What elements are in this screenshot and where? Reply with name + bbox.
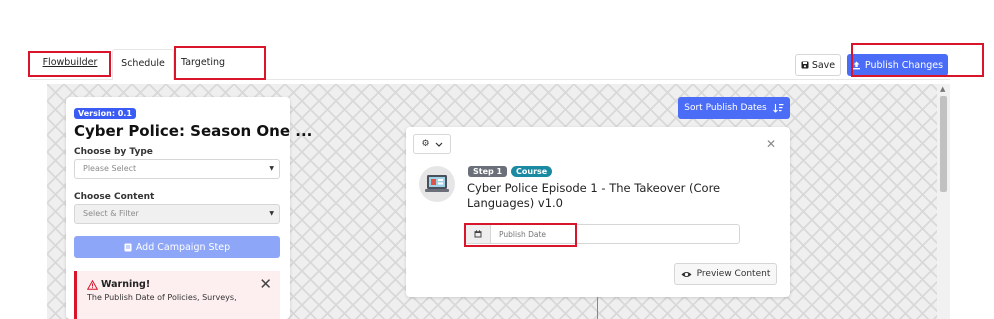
canvas-scrollbar[interactable]: ▲	[937, 84, 950, 319]
warning-alert: Warning! The Publish Date of Policies, S…	[74, 271, 280, 319]
add-campaign-step-button[interactable]: Add Campaign Step	[74, 236, 280, 258]
publish-changes-button[interactable]: Publish Changes	[847, 54, 948, 76]
type-select-value: Please Select	[83, 164, 137, 173]
campaign-step-card: ⚙ ✕ Step 1 Course Cyber Police Episode 1…	[406, 127, 790, 297]
content-select-value: Select & Filter	[83, 209, 139, 218]
gear-icon: ⚙	[421, 139, 430, 149]
publish-date-input[interactable]	[491, 225, 701, 243]
warning-icon	[87, 279, 98, 290]
add-step-label: Add Campaign Step	[135, 241, 231, 253]
save-button[interactable]: Save	[795, 54, 841, 76]
content-select[interactable]: Select & Filter ▼	[74, 204, 280, 224]
close-icon[interactable]: ✕	[766, 137, 776, 151]
step-settings-dropdown[interactable]: ⚙	[413, 134, 451, 154]
publish-date-field[interactable]	[465, 224, 740, 244]
close-icon[interactable]: ✕	[259, 275, 272, 293]
sort-label: Sort Publish Dates	[684, 103, 767, 113]
warning-text: The Publish Date of Policies, Surveys,	[87, 293, 237, 302]
publish-label: Publish Changes	[864, 59, 944, 71]
upload-icon	[852, 61, 860, 69]
choose-type-label: Choose by Type	[74, 147, 153, 157]
tab-schedule[interactable]: Schedule	[112, 49, 174, 80]
campaign-panel: Version: 0.1 Cyber Police: Season One ..…	[66, 97, 312, 319]
choose-content-label: Choose Content	[74, 192, 155, 202]
warning-title: Warning!	[87, 279, 150, 290]
save-icon	[801, 61, 809, 69]
eye-icon	[681, 271, 692, 277]
caret-down-icon: ▼	[269, 210, 274, 217]
chevron-down-icon	[435, 142, 442, 147]
calendar-icon[interactable]	[466, 225, 491, 243]
sort-icon	[772, 104, 784, 113]
save-label: Save	[811, 59, 836, 71]
tab-flowbuilder[interactable]: Flowbuilder	[30, 49, 110, 79]
course-icon	[419, 166, 455, 202]
sort-publish-dates-button[interactable]: Sort Publish Dates	[678, 97, 790, 119]
scroll-thumb[interactable]	[940, 96, 947, 192]
tab-targeting[interactable]: Targeting	[176, 49, 271, 79]
step-content-title: Cyber Police Episode 1 - The Takeover (C…	[467, 181, 721, 210]
version-badge: Version: 0.1	[74, 108, 136, 119]
preview-content-button[interactable]: Preview Content	[674, 263, 777, 285]
caret-down-icon: ▼	[269, 165, 274, 172]
warning-title-text: Warning!	[101, 279, 151, 290]
scroll-up-icon[interactable]: ▲	[940, 85, 945, 93]
preview-label: Preview Content	[696, 269, 771, 279]
campaign-title: Cyber Police: Season One ...	[74, 122, 313, 140]
type-select[interactable]: Please Select ▼	[74, 159, 280, 179]
content-type-badge: Course	[511, 166, 553, 177]
step-connector-line	[597, 297, 598, 319]
add-step-icon	[124, 243, 132, 251]
step-number-badge: Step 1	[468, 166, 508, 177]
